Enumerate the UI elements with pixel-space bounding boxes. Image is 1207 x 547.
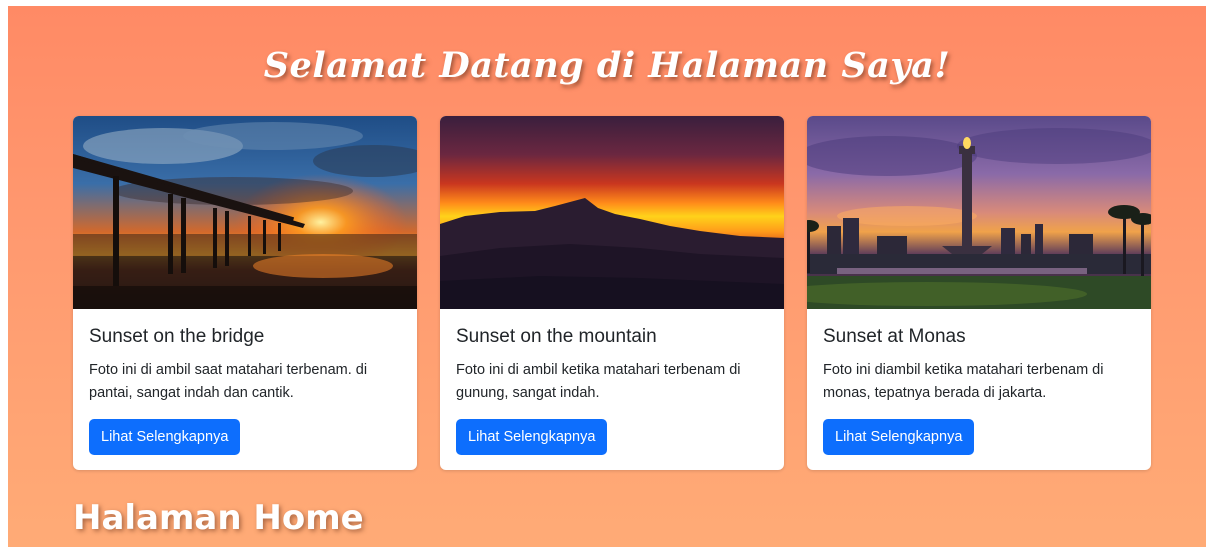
card-text: Foto ini diambil ketika matahari terbena… (823, 362, 1104, 401)
sunset-monas-image (807, 116, 1151, 309)
see-more-button[interactable]: Lihat Selengkapnya (89, 419, 241, 455)
card-text: Foto ini di ambil saat matahari terbenam… (89, 362, 368, 401)
card-body: Sunset on the bridge Foto ini di ambil s… (73, 309, 417, 455)
card-bridge: Sunset on the bridge Foto ini di ambil s… (73, 116, 417, 470)
see-more-button[interactable]: Lihat Selengkapnya (823, 419, 975, 455)
page-title: Selamat Datang di Halaman Saya! (263, 45, 951, 87)
card-body: Sunset at Monas Foto ini diambil ketika … (807, 309, 1151, 455)
card-title: Sunset at Monas (823, 326, 966, 347)
card-mountain: Sunset on the mountain Foto ini di ambil… (440, 116, 784, 470)
see-more-button[interactable]: Lihat Selengkapnya (456, 419, 608, 455)
card-body: Sunset on the mountain Foto ini di ambil… (440, 309, 784, 455)
card-monas: Sunset at Monas Foto ini diambil ketika … (807, 116, 1151, 470)
card-grid: Sunset on the bridge Foto ini di ambil s… (73, 116, 1151, 470)
home-heading: Halaman Home (73, 498, 364, 538)
sunset-mountain-image (440, 116, 784, 309)
card-text: Foto ini di ambil ketika matahari terben… (456, 362, 741, 401)
card-title: Sunset on the mountain (456, 326, 657, 347)
page-background: Selamat Datang di Halaman Saya! Sunset o… (8, 6, 1206, 547)
card-title: Sunset on the bridge (89, 326, 265, 347)
sunset-bridge-image (73, 116, 417, 309)
